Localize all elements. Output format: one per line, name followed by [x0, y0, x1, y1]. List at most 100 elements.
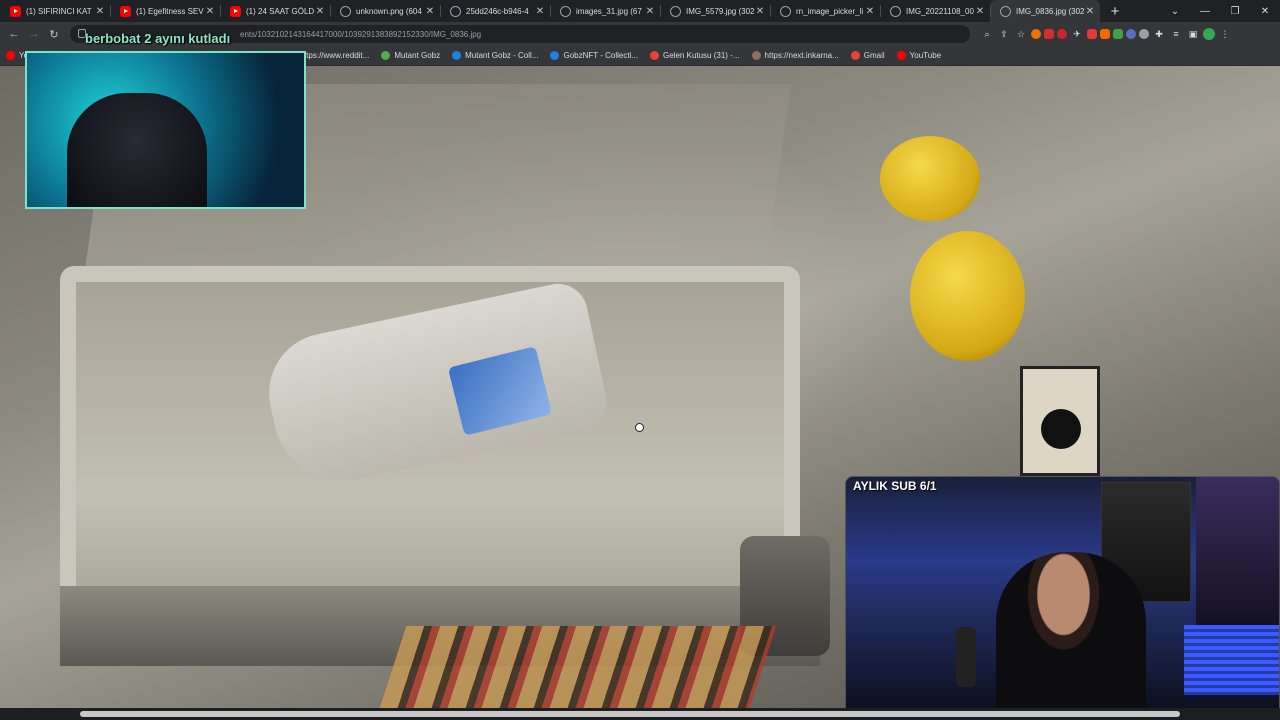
- bookmark-favicon-icon: [850, 51, 860, 60]
- browser-tab[interactable]: (1) 24 SAAT GÖLD ✕: [220, 0, 330, 22]
- bookmark-item[interactable]: Gmail: [850, 51, 885, 60]
- youtube-icon: [230, 5, 241, 17]
- bookmark-item[interactable]: YouTube: [896, 51, 942, 60]
- zoom-icon[interactable]: ⌕: [980, 27, 994, 41]
- extension-icon[interactable]: [1044, 29, 1054, 39]
- extensions-puzzle-icon[interactable]: ✚: [1152, 27, 1166, 41]
- bookmark-favicon-icon: [381, 51, 391, 60]
- browser-tab[interactable]: IMG_20221108_00 ✕: [880, 0, 990, 22]
- close-tab-icon[interactable]: ✕: [974, 6, 986, 17]
- bookmark-favicon-icon: [6, 51, 15, 60]
- bookmark-star-icon[interactable]: ☆: [1014, 27, 1028, 41]
- browser-tab[interactable]: IMG_0836.jpg (302 ✕: [990, 0, 1100, 22]
- tab-list: (1) SIFIRINCI KAT V ✕ (1) Egefitness SEV ✕(…: [0, 0, 1100, 22]
- close-tab-icon[interactable]: ✕: [314, 6, 326, 17]
- bookmark-label: Gmail: [863, 51, 885, 60]
- reload-button[interactable]: ↻: [44, 24, 64, 44]
- forward-button[interactable]: →: [24, 24, 44, 44]
- close-tab-icon[interactable]: ✕: [1084, 6, 1096, 17]
- scrollbar-thumb[interactable]: [80, 711, 1180, 717]
- zoom-out-cursor-icon: [635, 423, 644, 432]
- tab-title: rn_image_picker_li: [796, 6, 864, 16]
- youtube-icon: [10, 5, 21, 17]
- bookmark-label: GobzNFT - Collecti...: [563, 51, 639, 60]
- bookmark-item[interactable]: GobzNFT - Collecti...: [550, 51, 638, 60]
- side-panel-icon[interactable]: ▣: [1186, 27, 1200, 41]
- tab-title: (1) 24 SAAT GÖLD: [246, 6, 314, 16]
- globe-icon: [1000, 5, 1011, 17]
- bookmark-favicon-icon: [650, 51, 660, 60]
- bookmark-label: https://www.reddit...: [299, 51, 370, 60]
- tab-title: IMG_0836.jpg (302: [1016, 6, 1084, 16]
- bookmark-label: https://next.inkarna...: [764, 51, 839, 60]
- bookmark-item[interactable]: Gelen Kutusu (31) -...: [650, 51, 740, 60]
- bookmark-label: Gelen Kutusu (31) -...: [663, 51, 740, 60]
- reading-list-icon[interactable]: ≡: [1169, 27, 1183, 41]
- extension-icon[interactable]: [1100, 29, 1110, 39]
- tab-title: (1) Egefitness SEV: [136, 6, 204, 16]
- extension-icon[interactable]: [1031, 29, 1041, 39]
- menu-kebab-icon[interactable]: ⋮: [1218, 27, 1232, 41]
- extension-icon[interactable]: [1126, 29, 1136, 39]
- globe-icon: [450, 5, 461, 17]
- minimize-button[interactable]: —: [1190, 0, 1220, 22]
- bookmark-label: Mutant Gobz - Coll...: [465, 51, 539, 60]
- extension-icon[interactable]: [1057, 29, 1067, 39]
- webcam-overlay-streamer: [845, 476, 1280, 716]
- close-tab-icon[interactable]: ✕: [534, 6, 546, 17]
- lemon: [880, 136, 980, 221]
- extension-icon[interactable]: [1087, 29, 1097, 39]
- microphone: [956, 627, 976, 687]
- tab-search-icon[interactable]: ⌄: [1160, 0, 1190, 22]
- close-tab-icon[interactable]: ✕: [204, 6, 216, 17]
- close-tab-icon[interactable]: ✕: [864, 6, 876, 17]
- extension-icon[interactable]: ✈: [1070, 27, 1084, 41]
- tab-title: images_31.jpg (67: [576, 6, 642, 16]
- globe-icon: [340, 5, 351, 17]
- browser-tab[interactable]: 25dd246c-b946-4 ✕: [440, 0, 550, 22]
- restore-button[interactable]: ❐: [1220, 0, 1250, 22]
- browser-tab[interactable]: images_31.jpg (67 ✕: [550, 0, 660, 22]
- bookmark-item[interactable]: Mutant Gobz - Coll...: [452, 51, 538, 60]
- close-tab-icon[interactable]: ✕: [644, 6, 656, 17]
- wall-tapestry: [1196, 477, 1279, 627]
- window-controls: ⌄ — ❐ ✕: [1160, 0, 1280, 22]
- close-tab-icon[interactable]: ✕: [94, 6, 106, 17]
- bookmark-favicon-icon: [550, 51, 560, 60]
- webcam-overlay-top: [25, 51, 306, 209]
- browser-tab[interactable]: IMG_5579.jpg (302 ✕: [660, 0, 770, 22]
- profile-avatar[interactable]: [1203, 28, 1215, 40]
- bookmark-favicon-icon: [452, 51, 462, 60]
- horizontal-scrollbar[interactable]: [0, 708, 1280, 720]
- close-tab-icon[interactable]: ✕: [424, 6, 436, 17]
- bookmark-label: YouTube: [909, 51, 942, 60]
- sub-alert-text: berbobat 2 ayını kutladı: [85, 31, 231, 46]
- globe-icon: [780, 5, 791, 17]
- tab-title: 25dd246c-b946-4: [466, 6, 529, 16]
- close-tab-icon[interactable]: ✕: [754, 6, 766, 17]
- lemon: [910, 231, 1025, 361]
- tab-title: (1) SIFIRINCI KAT V: [26, 6, 94, 16]
- share-icon[interactable]: ⇪: [997, 27, 1011, 41]
- tab-strip: (1) SIFIRINCI KAT V ✕ (1) Egefitness SEV ✕(…: [0, 0, 1280, 22]
- globe-icon: [890, 5, 901, 17]
- extension-icon[interactable]: [1113, 29, 1123, 39]
- browser-tab[interactable]: (1) Egefitness SEV ✕: [110, 0, 220, 22]
- browser-tab[interactable]: (1) SIFIRINCI KAT V ✕: [0, 0, 110, 22]
- streamer: [996, 552, 1146, 715]
- close-window-button[interactable]: ✕: [1250, 0, 1280, 22]
- sub-goal-label: AYLIK SUB 6/1: [853, 479, 937, 493]
- bookmark-label: Mutant Gobz: [394, 51, 441, 60]
- bookmark-item[interactable]: https://next.inkarna...: [751, 51, 839, 60]
- browser-tab[interactable]: unknown.png (604 ✕: [330, 0, 440, 22]
- bookmark-favicon-icon: [896, 51, 906, 60]
- new-tab-button[interactable]: +: [1104, 0, 1126, 22]
- product-box: [1020, 366, 1100, 476]
- back-button[interactable]: ←: [4, 24, 24, 44]
- webcam-person: [67, 93, 207, 207]
- extension-icon[interactable]: [1139, 29, 1149, 39]
- bookmark-item[interactable]: Mutant Gobz: [381, 51, 440, 60]
- bookmark-favicon-icon: [751, 51, 761, 60]
- address-url: ents/1032102143164417000/103929138389215…: [240, 29, 482, 39]
- browser-tab[interactable]: rn_image_picker_li ✕: [770, 0, 880, 22]
